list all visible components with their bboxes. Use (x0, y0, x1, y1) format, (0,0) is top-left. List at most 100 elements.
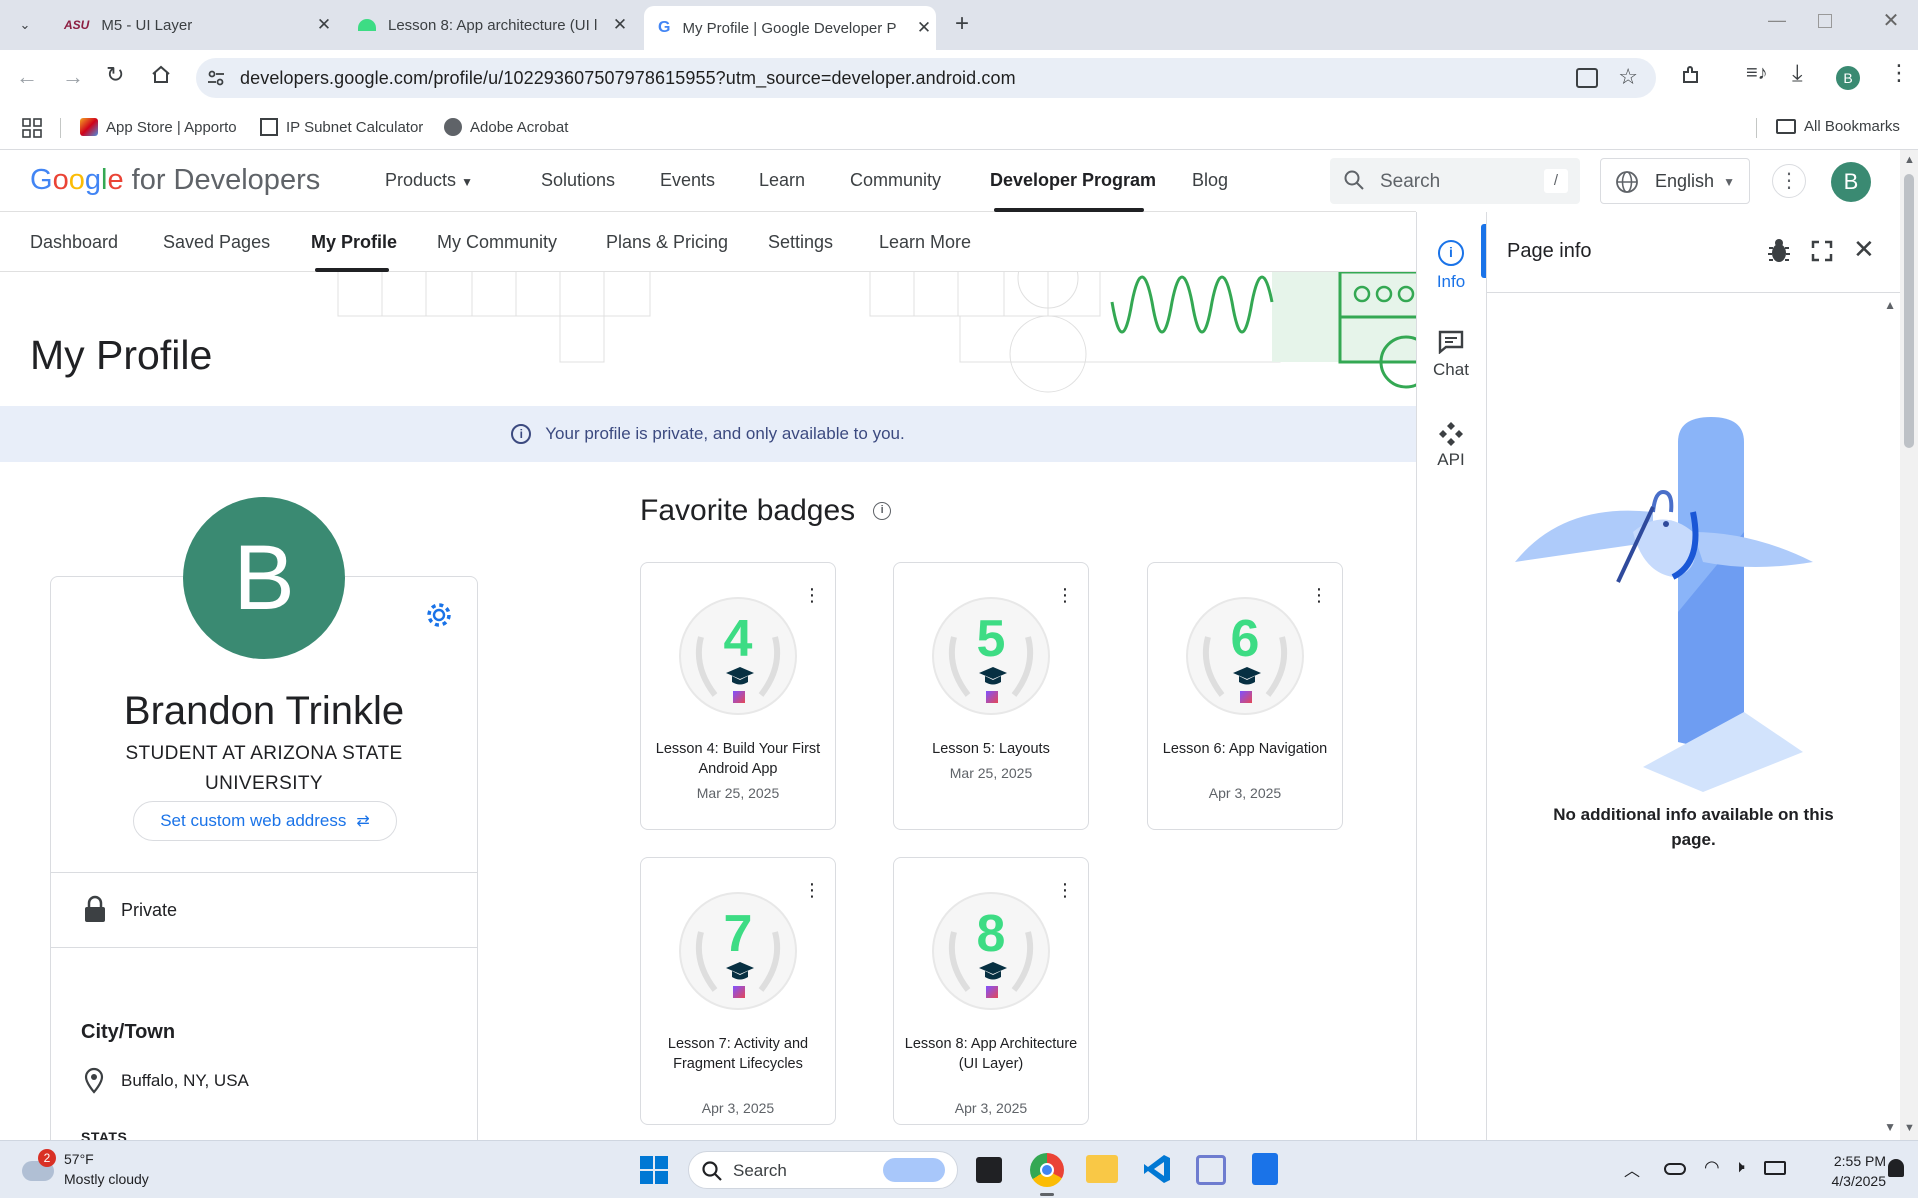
back-icon[interactable]: ← (16, 64, 38, 90)
browser-menu-icon[interactable]: ⋮ (1888, 60, 1910, 86)
kotlin-icon (986, 691, 998, 703)
more-options-icon[interactable]: ⋮ (803, 880, 821, 901)
side-tab-label: API (1437, 450, 1465, 469)
user-avatar[interactable]: B (1831, 162, 1871, 202)
site-search[interactable]: Search / (1330, 158, 1580, 204)
nav-events[interactable]: Events (660, 170, 715, 191)
site-info-icon[interactable] (206, 68, 228, 88)
bookmark-apporto[interactable]: App Store | Apporto (80, 118, 237, 136)
snipping-tool-icon[interactable] (1196, 1155, 1226, 1185)
notepad-icon[interactable] (1252, 1153, 1278, 1185)
side-tab-api[interactable]: API (1417, 406, 1485, 482)
media-icon[interactable]: ≡♪ (1746, 62, 1768, 85)
volume-muted-icon[interactable]: 🕨 (1734, 1157, 1745, 1177)
tray-overflow-icon[interactable]: ︿ (1624, 1157, 1640, 1181)
side-tab-chat[interactable]: Chat (1417, 316, 1485, 392)
task-view-icon[interactable] (976, 1157, 1002, 1183)
more-options-icon[interactable]: ⋮ (803, 585, 821, 606)
more-options-icon[interactable]: ⋮ (1056, 880, 1074, 901)
address-bar[interactable]: developers.google.com/profile/u/10229360… (196, 58, 1656, 98)
profile-settings-icon[interactable] (425, 601, 453, 629)
info-icon[interactable]: i (873, 502, 892, 520)
badge-card[interactable]: ⋮ 5 Lesson 5: Layouts Mar 25, 2025 (893, 562, 1089, 830)
page-title: My Profile (30, 332, 213, 378)
extensions-icon[interactable] (1680, 64, 1702, 86)
page-scrollbar[interactable]: ▲ ▼ (1900, 150, 1918, 1140)
nav-learn[interactable]: Learn (759, 170, 805, 191)
vscode-icon[interactable] (1142, 1153, 1172, 1185)
more-options-icon[interactable]: ⋮ (1056, 585, 1074, 606)
subnav-saved-pages[interactable]: Saved Pages (163, 232, 270, 253)
badge-card[interactable]: ⋮ 8 Lesson 8: App Architecture (UI Layer) A… (893, 857, 1089, 1125)
apps-grid-icon[interactable] (22, 118, 42, 138)
graduation-cap-icon (1232, 667, 1262, 687)
close-icon[interactable]: ✕ (1853, 234, 1875, 265)
subnav-my-profile[interactable]: My Profile (311, 232, 397, 253)
badge-card[interactable]: ⋮ 4 Lesson 4: Build Your First Android App… (640, 562, 836, 830)
window-close-button[interactable]: ✕ (1876, 8, 1906, 36)
forward-icon[interactable]: → (62, 64, 84, 90)
nav-developer-program[interactable]: Developer Program (990, 170, 1156, 191)
tab-my-profile[interactable]: G My Profile | Google Developer P ✕ (644, 6, 936, 50)
bug-icon[interactable] (1767, 238, 1791, 264)
chrome-icon[interactable] (1030, 1153, 1064, 1187)
nav-products[interactable]: Products ▼ (385, 170, 473, 191)
browser-toolbar: ← → ↻ developers.google.com/profile/u/10… (0, 50, 1918, 106)
subnav-plans-pricing[interactable]: Plans & Pricing (606, 232, 728, 253)
expand-icon[interactable] (1811, 240, 1833, 262)
weather-widget[interactable]: 2 57°F Mostly cloudy (20, 1149, 170, 1193)
close-icon[interactable]: ✕ (912, 18, 936, 38)
scroll-down-icon[interactable]: ▼ (1904, 1122, 1915, 1134)
language-select[interactable]: English ▼ (1600, 158, 1750, 204)
custom-url-button[interactable]: Set custom web address ⇄ (133, 801, 397, 841)
scrollbar-thumb[interactable] (1904, 174, 1914, 448)
windows-start-icon[interactable] (640, 1156, 668, 1184)
tab-search-button[interactable]: ⌄ (12, 12, 38, 38)
tab-m5-ui-layer[interactable]: ASU M5 - UI Layer ✕ (50, 8, 336, 42)
panel-scroll-up-icon[interactable]: ▲ (1884, 298, 1896, 312)
all-bookmarks[interactable]: All Bookmarks (1776, 118, 1900, 135)
home-icon[interactable] (150, 63, 172, 85)
badge-card[interactable]: ⋮ 6 Lesson 6: App Navigation Apr 3, 2025 (1147, 562, 1343, 830)
more-options-icon[interactable]: ⋮ (1772, 164, 1806, 198)
restore-button[interactable] (1818, 14, 1832, 28)
file-explorer-icon[interactable] (1086, 1155, 1118, 1183)
close-icon[interactable]: ✕ (312, 15, 336, 35)
badge-date: Apr 3, 2025 (701, 1100, 775, 1116)
subnav-learn-more[interactable]: Learn More (879, 232, 971, 253)
install-icon[interactable] (1576, 68, 1598, 88)
notification-bell-icon[interactable] (1888, 1159, 1904, 1177)
new-tab-button[interactable]: + (948, 10, 976, 38)
subnav-settings[interactable]: Settings (768, 232, 833, 253)
custom-url-label: Set custom web address (160, 811, 347, 830)
nav-solutions[interactable]: Solutions (541, 170, 615, 191)
heron-illustration (1515, 417, 1813, 792)
close-icon[interactable]: ✕ (608, 15, 632, 35)
site-logo[interactable]: Google for Developers (30, 164, 320, 197)
badge-card[interactable]: ⋮ 7 Lesson 7: Activity and Fragment Lifecy… (640, 857, 836, 1125)
taskbar-search[interactable]: Search (688, 1151, 958, 1189)
running-indicator (1040, 1193, 1054, 1196)
nav-blog[interactable]: Blog (1192, 170, 1228, 191)
nav-community[interactable]: Community (850, 170, 941, 191)
reload-icon[interactable]: ↻ (106, 62, 124, 88)
subnav-my-community[interactable]: My Community (437, 232, 557, 253)
subnav-dashboard[interactable]: Dashboard (30, 232, 118, 253)
more-options-icon[interactable]: ⋮ (1310, 585, 1328, 606)
bookmarks-bar: App Store | Apporto IP Subnet Calculator… (0, 106, 1918, 150)
wifi-icon[interactable]: ◠ (1704, 1157, 1720, 1178)
battery-icon[interactable] (1764, 1161, 1786, 1175)
panel-scroll-down-icon[interactable]: ▼ (1884, 1120, 1896, 1134)
bookmark-ip-subnet[interactable]: IP Subnet Calculator (260, 118, 423, 136)
minimize-button[interactable]: — (1762, 10, 1792, 38)
profile-avatar[interactable]: B (1836, 66, 1860, 90)
side-tab-info[interactable]: i Info (1417, 226, 1485, 302)
tab-lesson-8[interactable]: Lesson 8: App architecture (UI l ✕ (344, 8, 632, 42)
bookmark-adobe[interactable]: Adobe Acrobat (444, 118, 568, 136)
clock[interactable]: 2:55 PM 4/3/2025 (1806, 1151, 1887, 1191)
download-icon[interactable]: ⤓ (1792, 60, 1803, 88)
onedrive-icon[interactable] (1664, 1163, 1686, 1175)
star-icon[interactable]: ☆ (1618, 64, 1638, 90)
badge-emblem: 5 (932, 597, 1050, 715)
scroll-up-icon[interactable]: ▲ (1904, 154, 1915, 166)
